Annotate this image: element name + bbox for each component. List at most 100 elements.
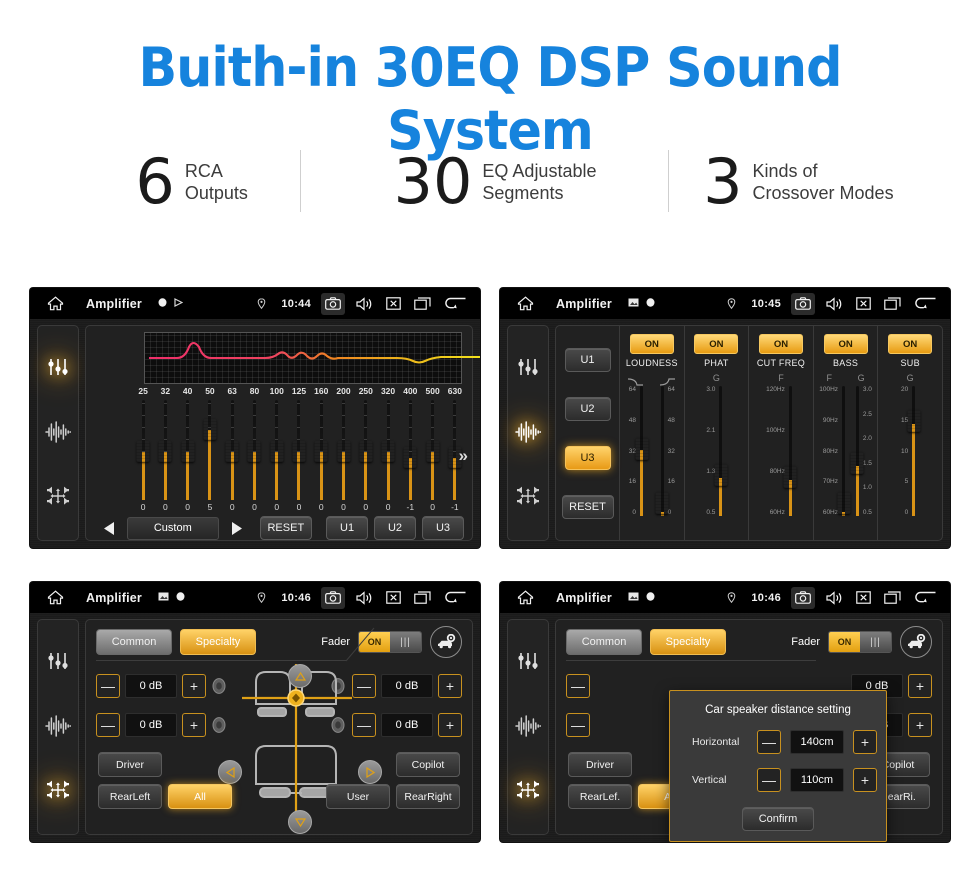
- seat-rearright-button[interactable]: RearRight: [396, 784, 460, 809]
- volume-icon[interactable]: [825, 294, 844, 313]
- reset-button[interactable]: RESET: [259, 516, 313, 540]
- eq-slider[interactable]: [332, 400, 354, 500]
- car-gear-icon[interactable]: [900, 626, 932, 658]
- balance-icon[interactable]: [45, 779, 71, 806]
- bass-freq-fader[interactable]: 100Hz 90Hz 80Hz 70Hz 60Hz: [819, 386, 851, 524]
- loudness-toggle[interactable]: ON: [629, 334, 674, 354]
- nudge-down-button[interactable]: [288, 810, 312, 834]
- bass-gain-fader[interactable]: 3.0 2.5 2.0 1.5 1.0 0.5: [850, 386, 872, 524]
- back-icon[interactable]: [442, 588, 468, 607]
- eq-slider[interactable]: [177, 400, 199, 500]
- recent-apps-icon[interactable]: [413, 294, 432, 313]
- home-icon[interactable]: [512, 590, 538, 605]
- plus-button[interactable]: +: [182, 713, 206, 737]
- minus-button[interactable]: —: [566, 713, 590, 737]
- plus-button[interactable]: +: [908, 674, 932, 698]
- waveform-icon[interactable]: [45, 714, 72, 742]
- preset-u1-button[interactable]: U1: [564, 347, 611, 372]
- back-icon[interactable]: [442, 294, 468, 313]
- volume-icon[interactable]: [355, 294, 374, 313]
- phat-gain-fader[interactable]: 3.0 2.1 1.3 0.5: [706, 386, 728, 524]
- eq-slider[interactable]: [221, 400, 243, 500]
- eq-slider[interactable]: [199, 400, 221, 500]
- balance-icon[interactable]: [515, 779, 541, 806]
- eq-slider[interactable]: [421, 400, 443, 500]
- nudge-right-button[interactable]: [358, 760, 382, 784]
- sub-toggle[interactable]: ON: [888, 334, 933, 354]
- preset-u3-button[interactable]: U3: [422, 516, 464, 540]
- camera-icon[interactable]: [321, 586, 345, 609]
- equalizer-icon[interactable]: [516, 355, 540, 384]
- eq-slider[interactable]: [377, 400, 399, 500]
- preset-name[interactable]: Custom: [126, 516, 220, 540]
- balance-icon[interactable]: [45, 485, 71, 512]
- reset-button[interactable]: RESET: [561, 494, 614, 519]
- phat-toggle[interactable]: ON: [694, 334, 739, 354]
- minus-button[interactable]: —: [757, 768, 781, 792]
- home-icon[interactable]: [42, 590, 68, 605]
- eq-slider[interactable]: [399, 400, 421, 500]
- plus-button[interactable]: +: [853, 730, 877, 754]
- home-icon[interactable]: [512, 296, 538, 311]
- close-box-icon[interactable]: [384, 294, 403, 313]
- cut-freq-fader[interactable]: 120Hz 100Hz 80Hz 60Hz: [766, 386, 797, 524]
- camera-icon[interactable]: [791, 292, 815, 315]
- home-icon[interactable]: [42, 296, 68, 311]
- plus-button[interactable]: +: [908, 713, 932, 737]
- tab-common[interactable]: Common: [96, 629, 172, 655]
- plus-button[interactable]: +: [182, 674, 206, 698]
- seat-driver-button[interactable]: Driver: [98, 752, 162, 777]
- minus-button[interactable]: —: [566, 674, 590, 698]
- eq-slider[interactable]: [288, 400, 310, 500]
- nudge-up-button[interactable]: [288, 664, 312, 688]
- eq-slider[interactable]: [132, 400, 154, 500]
- confirm-button[interactable]: Confirm: [742, 807, 814, 831]
- eq-slider[interactable]: [310, 400, 332, 500]
- preset-u2-button[interactable]: U2: [564, 396, 611, 421]
- volume-icon[interactable]: [825, 588, 844, 607]
- minus-button[interactable]: —: [757, 730, 781, 754]
- seat-driver-button[interactable]: Driver: [568, 752, 632, 777]
- seat-rearleft-button[interactable]: RearLeft: [98, 784, 162, 809]
- seat-user-button[interactable]: User: [326, 784, 390, 809]
- eq-slider[interactable]: [243, 400, 265, 500]
- double-chevron-right-icon[interactable]: »: [459, 446, 468, 466]
- minus-button[interactable]: —: [96, 713, 120, 737]
- preset-u1-button[interactable]: U1: [326, 516, 369, 540]
- eq-slider[interactable]: [154, 400, 176, 500]
- camera-icon[interactable]: [791, 586, 815, 609]
- nudge-left-button[interactable]: [218, 760, 242, 784]
- camera-icon[interactable]: [321, 292, 345, 315]
- seat-copilot-button[interactable]: Copilot: [396, 752, 460, 777]
- waveform-icon[interactable]: [45, 420, 72, 448]
- recent-apps-icon[interactable]: [413, 588, 432, 607]
- loudness-fader-left[interactable]: 64 48 32 16 0: [629, 386, 649, 524]
- close-box-icon[interactable]: [854, 294, 873, 313]
- car-gear-icon[interactable]: [430, 626, 462, 658]
- eq-slider[interactable]: [355, 400, 377, 500]
- bass-toggle[interactable]: ON: [823, 334, 868, 354]
- recent-apps-icon[interactable]: [883, 294, 902, 313]
- tab-common[interactable]: Common: [566, 629, 642, 655]
- minus-button[interactable]: —: [96, 674, 120, 698]
- balance-icon[interactable]: [515, 485, 541, 512]
- preset-prev-button[interactable]: [98, 518, 121, 538]
- preset-u2-button[interactable]: U2: [374, 516, 417, 540]
- waveform-icon[interactable]: [515, 420, 542, 448]
- close-box-icon[interactable]: [384, 588, 403, 607]
- tab-specialty[interactable]: Specialty: [180, 629, 256, 655]
- fader-toggle[interactable]: ON |||: [828, 631, 892, 653]
- eq-slider[interactable]: [266, 400, 288, 500]
- recent-apps-icon[interactable]: [883, 588, 902, 607]
- tab-specialty[interactable]: Specialty: [650, 629, 726, 655]
- equalizer-icon[interactable]: [46, 355, 70, 384]
- equalizer-icon[interactable]: [46, 649, 70, 678]
- plus-button[interactable]: +: [438, 674, 462, 698]
- loudness-fader-right[interactable]: 64 48 32 16 0: [655, 386, 675, 524]
- seat-all-button[interactable]: All: [168, 784, 232, 809]
- sub-gain-fader[interactable]: 20 15 10 5 0: [901, 386, 921, 524]
- cut-freq-toggle[interactable]: ON: [758, 334, 803, 354]
- close-box-icon[interactable]: [854, 588, 873, 607]
- volume-icon[interactable]: [355, 588, 374, 607]
- equalizer-icon[interactable]: [516, 649, 540, 678]
